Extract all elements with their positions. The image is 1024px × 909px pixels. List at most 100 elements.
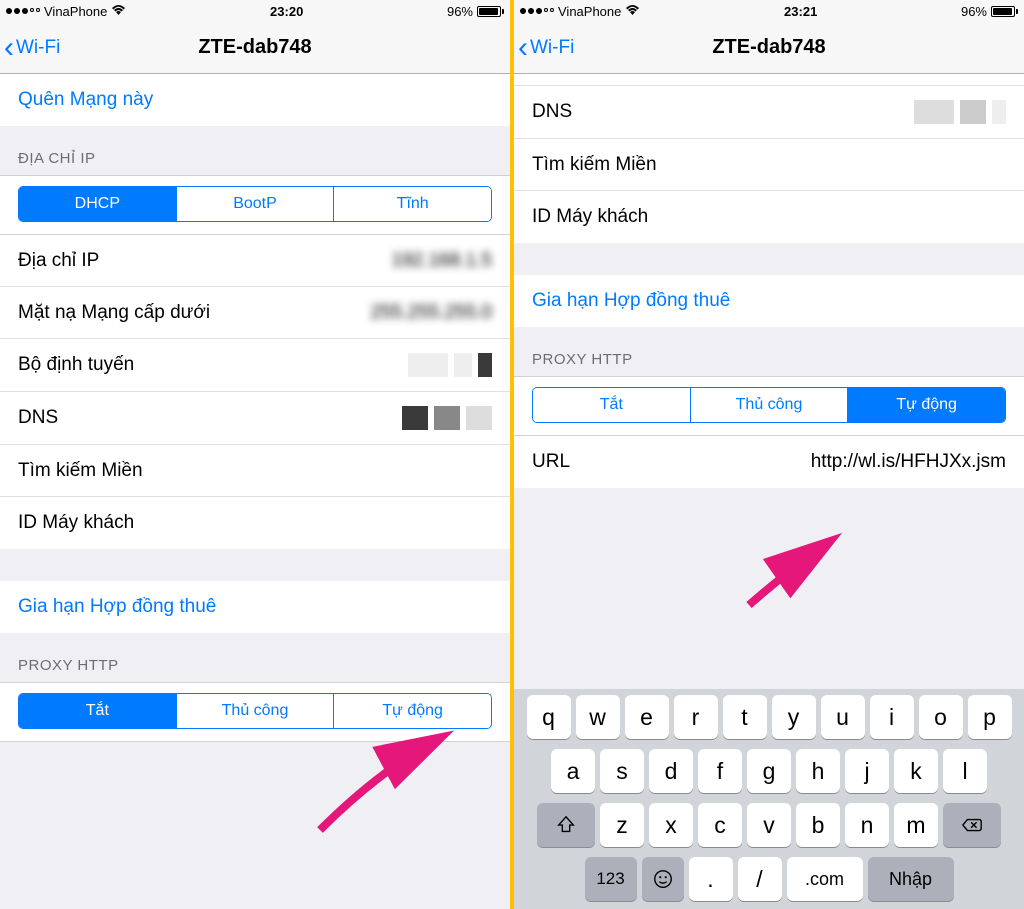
dns-value xyxy=(402,406,492,430)
url-label: URL xyxy=(532,451,570,473)
key-q[interactable]: q xyxy=(527,695,571,739)
row-dns[interactable]: DNS xyxy=(514,86,1024,139)
back-button[interactable]: ‹ Wi-Fi xyxy=(514,33,574,63)
router-value xyxy=(408,353,492,377)
signal-dots-icon xyxy=(6,8,40,14)
nav-bar: ‹ Wi-Fi ZTE-dab748 xyxy=(0,22,510,74)
section-proxy: PROXY HTTP xyxy=(0,633,510,682)
key-h[interactable]: h xyxy=(796,749,840,793)
section-ip: ĐỊA CHỈ IP xyxy=(0,126,510,175)
key-row-1: q w e r t y u i o p xyxy=(518,695,1020,739)
status-bar: VinaPhone 23:20 96% xyxy=(0,0,510,22)
seg-bootp[interactable]: BootP xyxy=(177,187,335,221)
row-router[interactable]: Bộ định tuyến xyxy=(0,339,510,392)
key-d[interactable]: d xyxy=(649,749,693,793)
renew-lease-row[interactable]: Gia hạn Hợp đồng thuê xyxy=(514,275,1024,327)
key-emoji[interactable] xyxy=(642,857,684,901)
ip-mode-segmented: DHCP BootP Tĩnh xyxy=(18,186,492,222)
row-domain[interactable]: Tìm kiếm Miền xyxy=(514,139,1024,191)
backspace-icon xyxy=(961,814,983,836)
clock: 23:20 xyxy=(270,4,303,19)
seg-proxy-manual[interactable]: Thủ công xyxy=(691,388,849,422)
shift-icon xyxy=(555,814,577,836)
key-j[interactable]: j xyxy=(845,749,889,793)
key-u[interactable]: u xyxy=(821,695,865,739)
forget-network-row[interactable]: Quên Mạng này xyxy=(0,74,510,126)
keyboard: q w e r t y u i o p a s d f g h j k l z xyxy=(514,689,1024,909)
row-client[interactable]: ID Máy khách xyxy=(514,191,1024,243)
page-title: ZTE-dab748 xyxy=(198,36,311,59)
dns-value xyxy=(914,100,1006,124)
annotation-arrow-icon xyxy=(734,530,854,620)
back-button[interactable]: ‹ Wi-Fi xyxy=(0,33,60,63)
row-client[interactable]: ID Máy khách xyxy=(0,497,510,549)
signal-dots-icon xyxy=(520,8,554,14)
key-i[interactable]: i xyxy=(870,695,914,739)
key-v[interactable]: v xyxy=(747,803,791,847)
key-dotcom[interactable]: .com xyxy=(787,857,863,901)
key-w[interactable]: w xyxy=(576,695,620,739)
key-123[interactable]: 123 xyxy=(585,857,637,901)
chevron-left-icon: ‹ xyxy=(4,33,14,63)
settings-content[interactable]: DNS Tìm kiếm Miền ID Máy khách Gia hạn H… xyxy=(514,74,1024,518)
key-r[interactable]: r xyxy=(674,695,718,739)
url-input[interactable] xyxy=(726,451,1006,473)
seg-proxy-off[interactable]: Tắt xyxy=(19,694,177,728)
proxy-segmented: Tắt Thủ công Tự động xyxy=(532,387,1006,423)
back-label: Wi-Fi xyxy=(16,37,60,59)
key-m[interactable]: m xyxy=(894,803,938,847)
seg-proxy-off[interactable]: Tắt xyxy=(533,388,691,422)
carrier-label: VinaPhone xyxy=(558,4,621,19)
battery-percent: 96% xyxy=(961,4,987,19)
seg-dhcp[interactable]: DHCP xyxy=(19,187,177,221)
row-domain[interactable]: Tìm kiếm Miền xyxy=(0,445,510,497)
key-enter[interactable]: Nhập xyxy=(868,857,954,901)
key-y[interactable]: y xyxy=(772,695,816,739)
ip-value: 192.168.1.5 xyxy=(392,250,492,272)
row-dns[interactable]: DNS xyxy=(0,392,510,445)
key-row-4: 123 . / .com Nhập xyxy=(518,857,1020,901)
key-n[interactable]: n xyxy=(845,803,889,847)
section-proxy: PROXY HTTP xyxy=(514,327,1024,376)
battery-icon xyxy=(991,6,1018,17)
key-f[interactable]: f xyxy=(698,749,742,793)
key-backspace[interactable] xyxy=(943,803,1001,847)
clock: 23:21 xyxy=(784,4,817,19)
key-a[interactable]: a xyxy=(551,749,595,793)
renew-lease-row[interactable]: Gia hạn Hợp đồng thuê xyxy=(0,581,510,633)
key-slash[interactable]: / xyxy=(738,857,782,901)
chevron-left-icon: ‹ xyxy=(518,33,528,63)
key-row-2: a s d f g h j k l xyxy=(518,749,1020,793)
key-period[interactable]: . xyxy=(689,857,733,901)
proxy-segmented: Tắt Thủ công Tự động xyxy=(18,693,492,729)
phone-left: VinaPhone 23:20 96% ‹ Wi-Fi ZTE-dab748 Q… xyxy=(0,0,510,909)
seg-proxy-auto[interactable]: Tự động xyxy=(334,694,491,728)
key-b[interactable]: b xyxy=(796,803,840,847)
page-title: ZTE-dab748 xyxy=(712,36,825,59)
key-z[interactable]: z xyxy=(600,803,644,847)
row-ip[interactable]: Địa chỉ IP 192.168.1.5 xyxy=(0,235,510,287)
wifi-icon xyxy=(625,4,640,19)
back-label: Wi-Fi xyxy=(530,37,574,59)
key-x[interactable]: x xyxy=(649,803,693,847)
key-t[interactable]: t xyxy=(723,695,767,739)
row-url[interactable]: URL xyxy=(514,436,1024,488)
key-e[interactable]: e xyxy=(625,695,669,739)
key-l[interactable]: l xyxy=(943,749,987,793)
seg-proxy-manual[interactable]: Thủ công xyxy=(177,694,335,728)
key-shift[interactable] xyxy=(537,803,595,847)
phone-right: VinaPhone 23:21 96% ‹ Wi-Fi ZTE-dab748 D… xyxy=(514,0,1024,909)
key-g[interactable]: g xyxy=(747,749,791,793)
seg-proxy-auto[interactable]: Tự động xyxy=(848,388,1005,422)
row-subnet[interactable]: Mặt nạ Mạng cấp dưới 255.255.255.0 xyxy=(0,287,510,339)
key-p[interactable]: p xyxy=(968,695,1012,739)
settings-content[interactable]: Quên Mạng này ĐỊA CHỈ IP DHCP BootP Tĩnh… xyxy=(0,74,510,909)
key-k[interactable]: k xyxy=(894,749,938,793)
battery-percent: 96% xyxy=(447,4,473,19)
emoji-icon xyxy=(652,868,674,890)
seg-static[interactable]: Tĩnh xyxy=(334,187,491,221)
key-s[interactable]: s xyxy=(600,749,644,793)
battery-icon xyxy=(477,6,504,17)
key-c[interactable]: c xyxy=(698,803,742,847)
key-o[interactable]: o xyxy=(919,695,963,739)
